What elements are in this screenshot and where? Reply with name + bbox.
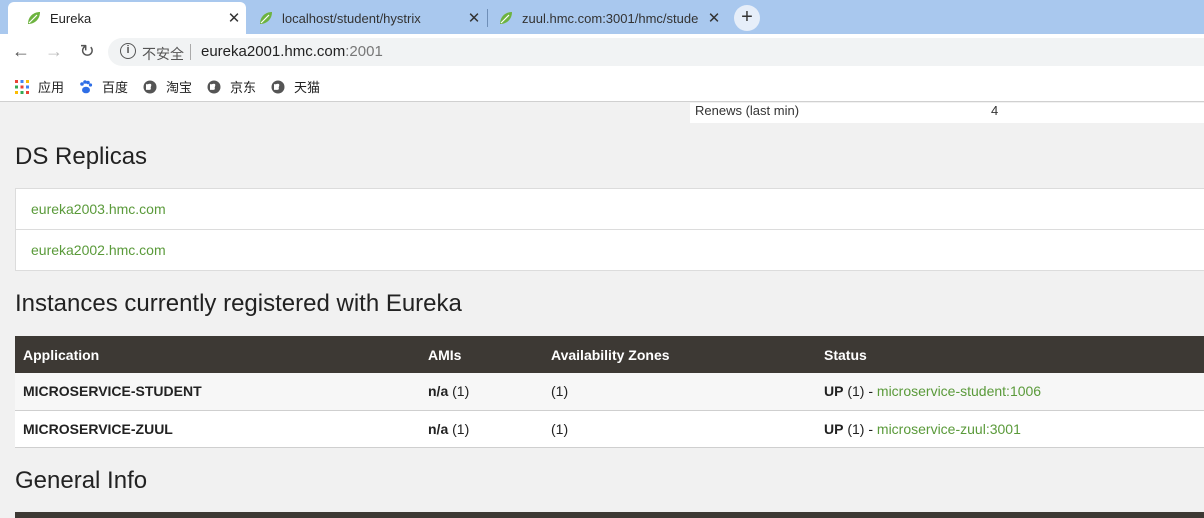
amis-count: (1) [452, 420, 470, 437]
amis-count: (1) [452, 383, 470, 400]
replica-link[interactable]: eureka2003.hmc.com [16, 189, 1204, 230]
amis-cell: n/a (1) [420, 373, 543, 411]
address-divider [190, 44, 191, 60]
bookmark-tmall[interactable]: 天猫 [271, 77, 320, 96]
forward-arrow-icon[interactable]: → [43, 40, 65, 62]
amis-cell: n/a (1) [420, 410, 543, 448]
info-icon[interactable]: i [120, 43, 136, 59]
instance-link[interactable]: microservice-student:1006 [877, 383, 1041, 399]
status-value: UP [824, 383, 844, 400]
bookmark-label: 京东 [230, 80, 257, 95]
url-host: eureka2001.hmc.com [201, 43, 346, 60]
spring-leaf-icon [28, 12, 40, 24]
instance-link[interactable]: microservice-zuul:3001 [877, 421, 1021, 437]
spring-leaf-icon [500, 12, 512, 24]
instances-table: Application AMIs Availability Zones Stat… [15, 336, 1204, 448]
bookmark-taobao[interactable]: 淘宝 [143, 77, 192, 96]
bookmark-label: 百度 [102, 80, 129, 95]
renews-label: Renews (last min) [695, 103, 800, 118]
column-header: AMIs [420, 336, 543, 373]
baidu-paw-icon [80, 79, 93, 93]
tab-student-hystrix[interactable]: localhost/student/hystrix ✕ [240, 2, 486, 34]
back-arrow-icon[interactable]: ← [10, 40, 32, 62]
tab-title: localhost/student/hystrix [282, 10, 421, 26]
tab-title: zuul.hmc.com:3001/hmc/stude [522, 10, 699, 26]
zones-cell: (1) [543, 373, 816, 411]
status-count: (1) - [847, 420, 877, 437]
table-header-row: Application AMIs Availability Zones Stat… [15, 336, 1204, 373]
globe-icon [271, 80, 285, 93]
close-icon[interactable]: ✕ [702, 9, 726, 27]
bookmark-jd[interactable]: 京东 [207, 77, 256, 96]
table-row: MICROSERVICE-STUDENT n/a (1) (1) UP (1) … [15, 373, 1204, 411]
amis-value: n/a [428, 383, 449, 400]
status-count: (1) - [847, 383, 877, 400]
replicas-title: DS Replicas [15, 143, 148, 170]
renews-value: 4 [991, 103, 999, 118]
column-header: Status [816, 336, 1204, 373]
bookmarks-bar: 应用 百度 淘宝 京东 天猫 [0, 68, 1204, 102]
globe-icon [143, 80, 157, 93]
bookmark-label: 应用 [38, 80, 65, 95]
status-cell: UP (1) - microservice-zuul:3001 [816, 410, 1204, 448]
replica-link[interactable]: eureka2002.hmc.com [16, 230, 1204, 271]
column-header: Availability Zones [543, 336, 816, 373]
url-text[interactable]: eureka2001.hmc.com:2001 [201, 43, 383, 60]
tab-strip: Eureka ✕ localhost/student/hystrix ✕ zuu… [0, 0, 1204, 34]
security-label[interactable]: 不安全 [142, 44, 184, 64]
tab-zuul[interactable]: zuul.hmc.com:3001/hmc/stude ✕ [480, 2, 726, 34]
bookmark-apps[interactable]: 应用 [15, 77, 64, 96]
bookmark-label: 天猫 [294, 80, 321, 95]
general-info-title: General Info [15, 467, 148, 494]
page-content: Renews (last min) 4 DS Replicas eureka20… [0, 103, 1204, 518]
general-info-table-header [15, 512, 1204, 518]
apps-grid-icon [15, 79, 29, 94]
status-cell: UP (1) - microservice-student:1006 [816, 373, 1204, 411]
instances-title: Instances currently registered with Eure… [15, 290, 462, 317]
spring-leaf-icon [260, 12, 272, 24]
reload-icon[interactable]: ↻ [76, 40, 98, 62]
column-header: Application [15, 336, 420, 373]
globe-icon [207, 80, 221, 93]
replicas-list: eureka2003.hmc.com eureka2002.hmc.com [15, 188, 1204, 271]
url-port: :2001 [345, 43, 383, 60]
application-cell: MICROSERVICE-ZUUL [15, 410, 420, 448]
table-row: MICROSERVICE-ZUUL n/a (1) (1) UP (1) - m… [15, 410, 1204, 448]
renews-row: Renews (last min) 4 [690, 103, 1204, 123]
bookmark-baidu[interactable]: 百度 [79, 77, 128, 96]
status-value: UP [824, 420, 844, 437]
tab-title: Eureka [50, 10, 92, 26]
new-tab-button[interactable]: + [734, 5, 760, 31]
application-cell: MICROSERVICE-STUDENT [15, 373, 420, 411]
amis-value: n/a [428, 420, 449, 437]
zones-cell: (1) [543, 410, 816, 448]
bookmark-label: 淘宝 [166, 80, 193, 95]
tab-eureka[interactable]: Eureka ✕ [8, 2, 246, 34]
